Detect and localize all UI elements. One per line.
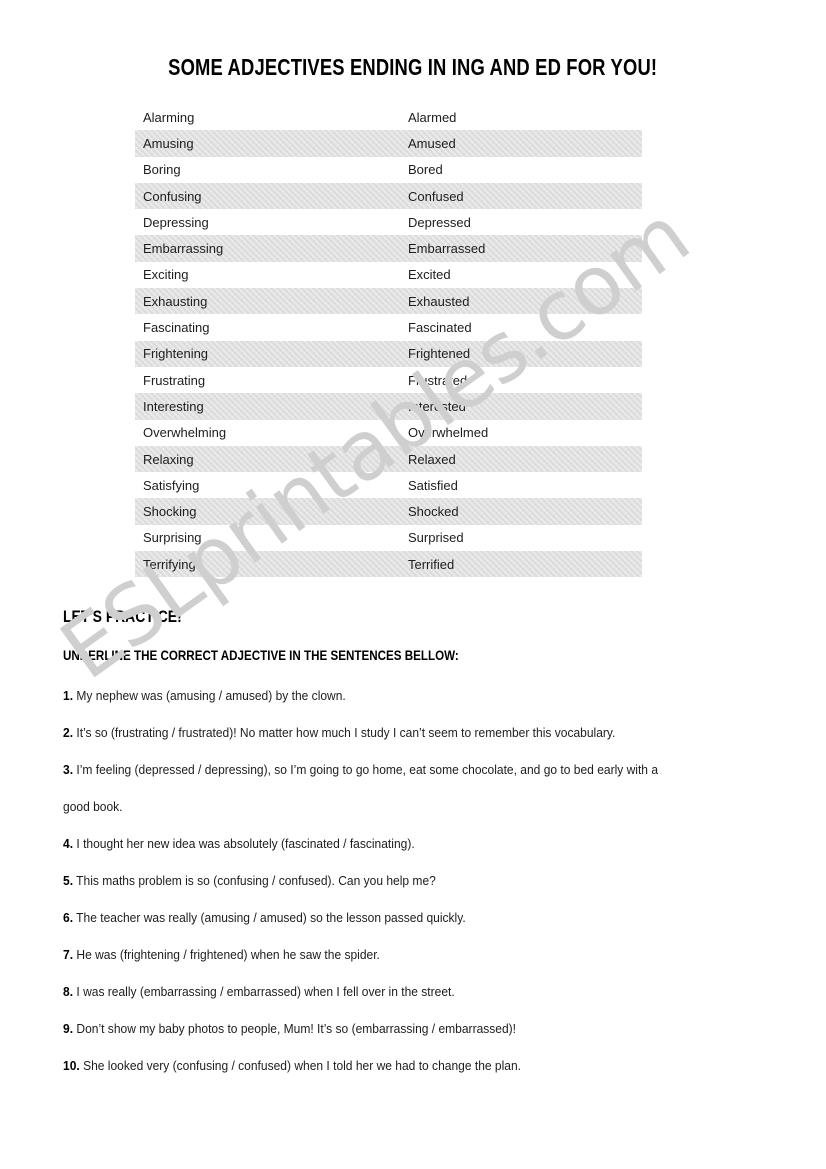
practice-instruction: UNDERLINE THE CORRECT ADJECTIVE IN THE S… bbox=[63, 647, 540, 665]
adjective-ed-cell: Confused bbox=[408, 188, 464, 204]
adjective-ing-cell: Amusing bbox=[143, 135, 194, 151]
table-row: Amusing Amused bbox=[135, 130, 642, 157]
table-row: Exhausting Exhausted bbox=[135, 288, 642, 315]
table-row: Frightening Frightened bbox=[135, 340, 642, 367]
exercise-text: This maths problem is so (confusing / co… bbox=[76, 874, 436, 888]
exercise-text: She looked very (confusing / confused) w… bbox=[83, 1059, 522, 1073]
exercise-item: 2. It’s so (frustrating / frustrated)! N… bbox=[63, 715, 674, 752]
table-row: Overwhelming Overwhelmed bbox=[135, 420, 642, 446]
table-row: Satisfying Satisfied bbox=[135, 472, 642, 498]
adjective-ed-cell: Bored bbox=[408, 162, 443, 178]
table-row: Boring Bored bbox=[135, 157, 642, 183]
table-row: Confusing Confused bbox=[135, 182, 642, 210]
practice-instruction-text: UNDERLINE THE CORRECT ADJECTIVE IN THE S… bbox=[63, 647, 459, 663]
adjective-ing-cell: Confusing bbox=[143, 188, 202, 204]
adjective-ed-cell: Terrified bbox=[408, 556, 455, 572]
adjective-ing-cell: Boring bbox=[143, 162, 181, 178]
adjective-ed-cell: Depressed bbox=[408, 214, 471, 230]
exercise-item: 4. I thought her new idea was absolutely… bbox=[63, 826, 674, 863]
table-row: Depressing Depressed bbox=[135, 209, 642, 235]
adjective-ing-cell: Interesting bbox=[143, 398, 204, 414]
exercise-number: 10. bbox=[63, 1059, 80, 1073]
exercise-text: My nephew was (amusing / amused) by the … bbox=[76, 689, 346, 703]
exercise-text: I thought her new idea was absolutely (f… bbox=[76, 837, 415, 851]
adjective-ing-cell: Frightening bbox=[143, 346, 209, 362]
adjective-ed-cell: Frightened bbox=[408, 346, 471, 362]
exercise-item: 5. This maths problem is so (confusing /… bbox=[63, 863, 674, 900]
adjective-ed-cell: Satisfied bbox=[408, 477, 458, 493]
adjective-ed-cell: Fascinated bbox=[408, 320, 472, 336]
adjective-ed-cell: Alarmed bbox=[408, 109, 457, 125]
adjective-ing-cell: Embarrassing bbox=[143, 241, 224, 257]
adjective-ed-cell: Shocked bbox=[408, 504, 459, 520]
exercise-number: 1. bbox=[63, 689, 74, 703]
table-row: Shocking Shocked bbox=[135, 498, 642, 525]
exercise-text: The teacher was really (amusing / amused… bbox=[76, 911, 466, 925]
table-row: Relaxing Relaxed bbox=[135, 445, 642, 473]
adjective-ing-cell: Alarming bbox=[143, 109, 195, 125]
adjective-ing-cell: Satisfying bbox=[143, 477, 200, 493]
exercise-text: I was really (embarrassing / embarrassed… bbox=[76, 985, 455, 999]
adjective-ing-cell: Exhausting bbox=[143, 293, 208, 309]
table-row: Exciting Excited bbox=[135, 262, 642, 288]
exercise-list: 1. My nephew was (amusing / amused) by t… bbox=[63, 678, 703, 1085]
adjective-ed-cell: Frustrated bbox=[408, 372, 468, 388]
table-row: Embarrassing Embarrassed bbox=[135, 235, 642, 262]
adjectives-table: Alarming Alarmed Amusing Amused Boring Bored C… bbox=[135, 104, 642, 578]
adjective-ed-cell: Overwhelmed bbox=[408, 425, 489, 441]
exercise-number: 3. bbox=[63, 763, 74, 777]
exercise-item: 1. My nephew was (amusing / amused) by t… bbox=[63, 678, 674, 715]
table-row: Surprising Surprised bbox=[135, 525, 642, 551]
exercise-text: I’m feeling (depressed / depressing), so… bbox=[63, 763, 659, 814]
table-row: Interesting Interested bbox=[135, 393, 642, 420]
exercise-number: 2. bbox=[63, 726, 74, 740]
adjective-ing-cell: Frustrating bbox=[143, 372, 206, 388]
exercise-item: 6. The teacher was really (amusing / amu… bbox=[63, 900, 674, 937]
table-row: Alarming Alarmed bbox=[135, 104, 642, 130]
adjective-ing-cell: Relaxing bbox=[143, 451, 194, 467]
adjective-ed-cell: Embarrassed bbox=[408, 241, 486, 257]
adjective-ing-cell: Terrifying bbox=[143, 556, 196, 572]
table-row: Frustrating Frustrated bbox=[135, 367, 642, 393]
exercise-text: It’s so (frustrating / frustrated)! No m… bbox=[76, 726, 616, 740]
page-title-text: SOME ADJECTIVES ENDING IN ING AND ED FOR… bbox=[168, 54, 658, 80]
table-row: Terrifying Terrified bbox=[135, 551, 642, 578]
exercise-number: 6. bbox=[63, 911, 74, 925]
exercise-item: 9. Don’t show my baby photos to people, … bbox=[63, 1011, 674, 1048]
exercise-number: 8. bbox=[63, 985, 74, 999]
page-title: SOME ADJECTIVES ENDING IN ING AND ED FOR… bbox=[0, 54, 826, 81]
adjective-ing-cell: Surprising bbox=[143, 530, 202, 546]
table-row: Fascinating Fascinated bbox=[135, 314, 642, 340]
adjective-ed-cell: Relaxed bbox=[408, 451, 456, 467]
exercise-item: 7. He was (frightening / frightened) whe… bbox=[63, 937, 674, 974]
adjective-ed-cell: Excited bbox=[408, 267, 451, 283]
exercise-number: 4. bbox=[63, 837, 74, 851]
exercise-text: He was (frightening / frightened) when h… bbox=[76, 948, 380, 962]
exercise-item: 10. She looked very (confusing / confuse… bbox=[63, 1048, 674, 1085]
exercise-item: 3. I’m feeling (depressed / depressing),… bbox=[63, 752, 674, 826]
exercise-item: 8. I was really (embarrassing / embarras… bbox=[63, 974, 674, 1011]
exercise-number: 5. bbox=[63, 874, 74, 888]
adjective-ed-cell: Surprised bbox=[408, 530, 464, 546]
adjective-ed-cell: Interested bbox=[408, 398, 466, 414]
adjective-ing-cell: Depressing bbox=[143, 214, 209, 230]
worksheet-page: SOME ADJECTIVES ENDING IN ING AND ED FOR… bbox=[0, 0, 826, 1169]
exercise-number: 7. bbox=[63, 948, 74, 962]
adjective-ed-cell: Exhausted bbox=[408, 293, 470, 309]
practice-heading: LET'S PRACTICE! bbox=[63, 607, 208, 627]
practice-heading-text: LET'S PRACTICE! bbox=[63, 607, 182, 626]
adjective-ing-cell: Fascinating bbox=[143, 320, 210, 336]
exercise-number: 9. bbox=[63, 1022, 74, 1036]
exercise-text: Don’t show my baby photos to people, Mum… bbox=[76, 1022, 517, 1036]
adjective-ing-cell: Exciting bbox=[143, 267, 189, 283]
adjective-ing-cell: Shocking bbox=[143, 504, 197, 520]
adjective-ed-cell: Amused bbox=[408, 135, 456, 151]
adjective-ing-cell: Overwhelming bbox=[143, 425, 227, 441]
